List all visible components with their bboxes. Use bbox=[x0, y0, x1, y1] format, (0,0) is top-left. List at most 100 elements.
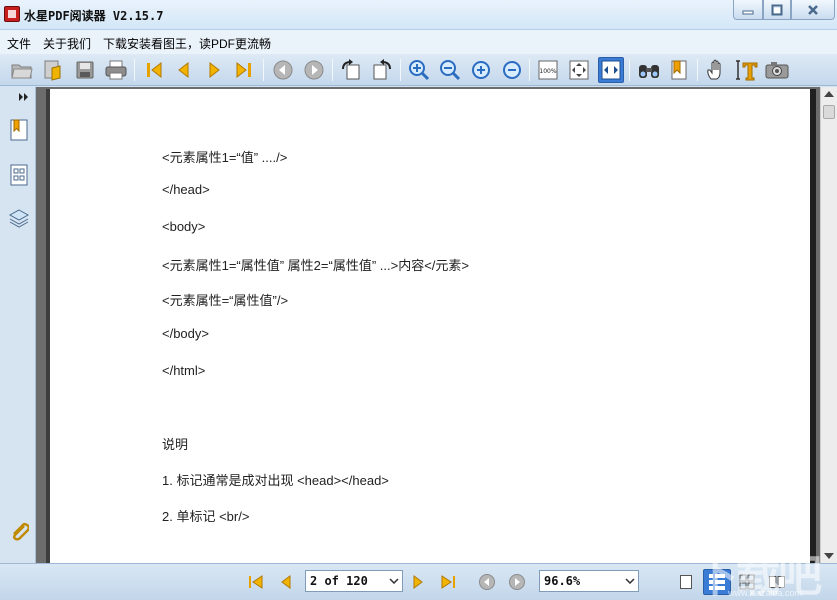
close-icon bbox=[808, 4, 818, 15]
page-indicator: 2 of 120 bbox=[310, 574, 368, 588]
previous-page-button[interactable] bbox=[171, 57, 197, 83]
doc-line: </html> bbox=[162, 363, 206, 378]
maximize-button[interactable] bbox=[763, 0, 791, 20]
attachments-panel-button[interactable] bbox=[7, 519, 31, 545]
toolbar-separator bbox=[697, 59, 698, 81]
maximize-icon bbox=[771, 4, 783, 15]
first-page-icon bbox=[147, 61, 162, 79]
first-page-icon bbox=[249, 575, 263, 589]
hand-tool-icon bbox=[707, 59, 721, 80]
toolbar-separator bbox=[263, 59, 264, 81]
attachments-panel-icon bbox=[12, 522, 29, 541]
scroll-thumb[interactable] bbox=[823, 105, 835, 119]
chevron-down-icon[interactable] bbox=[622, 571, 638, 591]
bookmarks-panel-button[interactable] bbox=[7, 117, 31, 143]
print-button[interactable] bbox=[103, 57, 129, 83]
status-back-button[interactable] bbox=[475, 570, 499, 594]
find-button[interactable] bbox=[636, 57, 662, 83]
rotate-right-button[interactable] bbox=[369, 57, 395, 83]
watermark-url: www.xiazaiba.com bbox=[728, 588, 803, 598]
last-page-icon bbox=[236, 61, 251, 79]
zoom-select[interactable]: 96.6% bbox=[539, 570, 639, 592]
previous-page-icon bbox=[281, 575, 291, 589]
rotate-left-button[interactable] bbox=[338, 57, 364, 83]
toolbar-separator bbox=[332, 59, 333, 81]
document-viewport[interactable]: <元素属性1=“值” ..../> </head> <body> <元素属性1=… bbox=[36, 87, 837, 563]
status-last-page-button[interactable] bbox=[436, 570, 460, 594]
main-toolbar: 100% bbox=[0, 54, 837, 86]
fit-page-button[interactable] bbox=[566, 57, 592, 83]
save-button[interactable] bbox=[72, 57, 98, 83]
fit-width-icon bbox=[601, 60, 621, 80]
minimize-button[interactable] bbox=[733, 0, 763, 20]
single-page-icon bbox=[680, 575, 692, 589]
recent-files-button[interactable] bbox=[40, 57, 66, 83]
close-button[interactable] bbox=[791, 0, 835, 20]
first-page-button[interactable] bbox=[141, 57, 167, 83]
back-button[interactable] bbox=[270, 57, 296, 83]
actual-size-button[interactable]: 100% bbox=[535, 57, 561, 83]
chevron-down-icon[interactable] bbox=[386, 571, 402, 591]
zoom-out-button[interactable] bbox=[437, 57, 463, 83]
thumbnails-panel-button[interactable] bbox=[7, 162, 31, 188]
folder-open-icon bbox=[11, 64, 33, 79]
scroll-down-icon[interactable] bbox=[824, 553, 834, 559]
back-icon bbox=[479, 574, 495, 590]
expand-panel-icon bbox=[19, 93, 28, 101]
fit-width-button[interactable] bbox=[598, 57, 624, 83]
toolbar-separator bbox=[529, 59, 530, 81]
zoom-minus-button[interactable] bbox=[499, 57, 525, 83]
hand-tool-button[interactable] bbox=[703, 57, 729, 83]
bookmark-button[interactable] bbox=[666, 57, 692, 83]
vertical-scrollbar[interactable] bbox=[820, 87, 837, 563]
menu-about[interactable]: 关于我们 bbox=[43, 35, 91, 52]
previous-page-icon bbox=[178, 61, 189, 79]
menu-bar: 文件 关于我们 下载安装看图王，读PDF更流畅 bbox=[0, 30, 837, 54]
actual-size-label: 100% bbox=[539, 68, 556, 75]
navigation-sidebar bbox=[0, 87, 36, 563]
zoom-out-icon bbox=[440, 60, 461, 81]
toolbar-separator bbox=[629, 59, 630, 81]
menu-download-link[interactable]: 下载安装看图王，读PDF更流畅 bbox=[103, 35, 271, 52]
layers-panel-icon bbox=[8, 209, 30, 228]
next-page-button[interactable] bbox=[201, 57, 227, 83]
status-next-page-button[interactable] bbox=[406, 570, 430, 594]
snapshot-icon bbox=[765, 62, 789, 79]
status-first-page-button[interactable] bbox=[244, 570, 268, 594]
doc-line: <元素属性=“属性值”/> bbox=[162, 293, 289, 308]
forward-button[interactable] bbox=[301, 57, 327, 83]
status-forward-button[interactable] bbox=[505, 570, 529, 594]
doc-line: <body> bbox=[162, 219, 206, 234]
bookmarks-panel-icon bbox=[10, 119, 28, 141]
snapshot-button[interactable] bbox=[764, 57, 790, 83]
minimize-icon bbox=[742, 10, 754, 14]
print-icon bbox=[105, 60, 127, 80]
text-select-button[interactable] bbox=[734, 57, 760, 83]
page-number-select[interactable]: 2 of 120 bbox=[305, 570, 403, 592]
last-page-icon bbox=[441, 575, 455, 589]
status-previous-page-button[interactable] bbox=[274, 570, 298, 594]
save-icon bbox=[76, 61, 94, 79]
zoom-level: 96.6% bbox=[544, 574, 581, 588]
bookmark-folder-icon bbox=[44, 60, 61, 81]
forward-icon bbox=[509, 574, 525, 590]
zoom-in-icon bbox=[409, 60, 430, 81]
page-edge bbox=[810, 89, 816, 563]
expand-panel-button[interactable] bbox=[16, 89, 32, 105]
doc-line: 1. 标记通常是成对出现 <head></head> bbox=[162, 473, 389, 488]
scroll-up-icon[interactable] bbox=[824, 91, 834, 97]
zoom-plus-button[interactable] bbox=[468, 57, 494, 83]
toolbar-separator bbox=[134, 59, 135, 81]
menu-file[interactable]: 文件 bbox=[7, 35, 31, 52]
next-page-icon bbox=[209, 61, 220, 79]
last-page-button[interactable] bbox=[231, 57, 257, 83]
doc-line: <元素属性1=“属性值” 属性2=“属性值” ...>内容</元素> bbox=[162, 258, 469, 273]
layers-panel-button[interactable] bbox=[7, 205, 31, 231]
bookmark-icon bbox=[671, 60, 687, 80]
rotate-right-icon bbox=[373, 59, 391, 80]
zoom-in-button[interactable] bbox=[406, 57, 432, 83]
open-file-button[interactable] bbox=[9, 57, 35, 83]
document-page[interactable]: <元素属性1=“值” ..../> </head> <body> <元素属性1=… bbox=[50, 89, 810, 563]
doc-line: </head> bbox=[162, 182, 210, 197]
doc-line: </body> bbox=[162, 326, 209, 341]
